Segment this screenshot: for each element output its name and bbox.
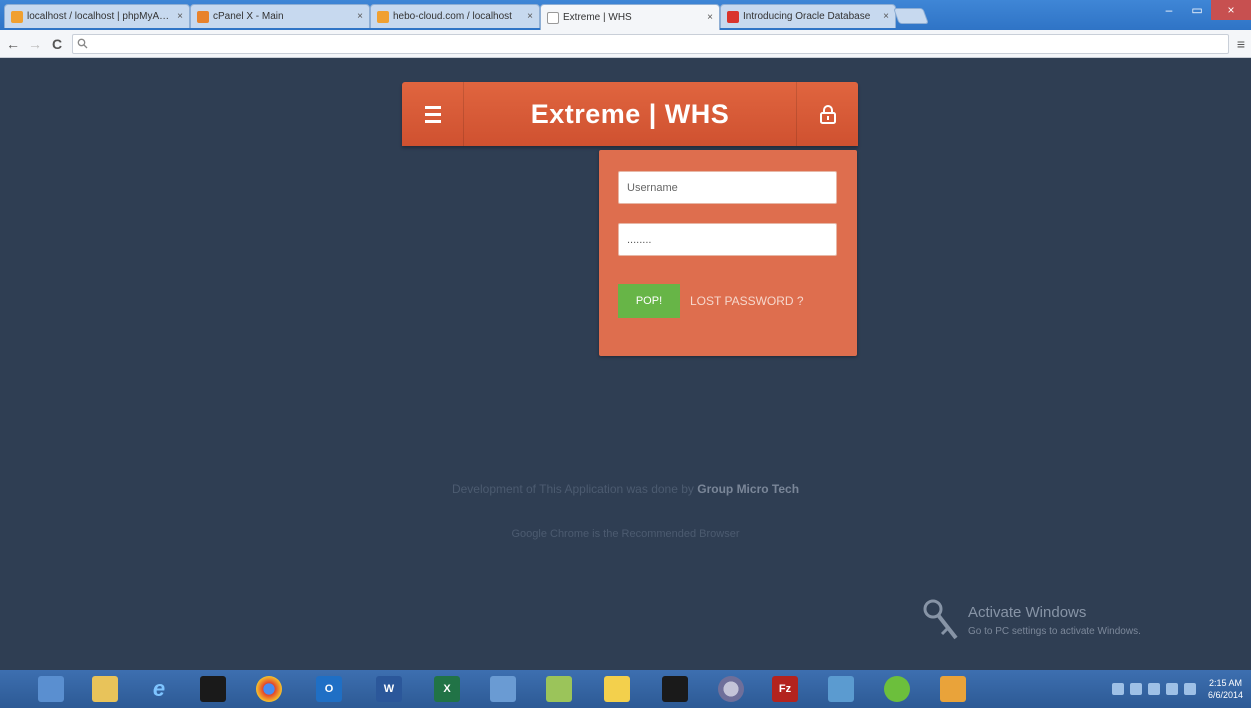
hamburger-icon <box>424 104 441 125</box>
filezilla-icon[interactable]: Fz <box>772 676 798 702</box>
key-icon <box>923 599 958 640</box>
system-clock[interactable]: 2:15 AM 6/6/2014 <box>1208 677 1243 701</box>
tab-close-icon[interactable]: × <box>883 11 889 22</box>
activate-windows-watermark: Activate Windows Go to PC settings to ac… <box>922 598 1222 646</box>
tab-hebo-cloud[interactable]: hebo-cloud.com / localhost × <box>370 4 540 28</box>
notepad-plus-icon[interactable] <box>604 676 630 702</box>
network-icon[interactable] <box>1147 683 1160 695</box>
reload-button[interactable]: C <box>50 36 64 52</box>
tab-label: hebo-cloud.com / localhost <box>393 11 512 22</box>
green-app-icon[interactable] <box>884 676 910 702</box>
browser-menu-button[interactable]: ≡ <box>1237 36 1245 52</box>
hebo-favicon-icon <box>377 10 389 23</box>
tab-oracle[interactable]: Introducing Oracle Database × <box>720 4 896 28</box>
window-controls: – ▭ × <box>1155 0 1251 20</box>
footer-company: Group Micro Tech <box>697 482 800 496</box>
tab-label: Introducing Oracle Database <box>743 11 871 22</box>
maximize-button[interactable]: ▭ <box>1183 0 1211 20</box>
page-favicon-icon <box>547 11 559 24</box>
tab-label: Extreme | WHS <box>563 12 632 23</box>
back-button[interactable]: ← <box>6 36 20 52</box>
tab-phpmyadmin[interactable]: localhost / localhost | phpMyAdmin × <box>4 4 190 28</box>
login-button[interactable]: POP! <box>618 284 680 318</box>
system-tray: 2:15 AM 6/6/2014 <box>1111 670 1251 708</box>
chrome-icon[interactable] <box>256 676 282 702</box>
minimize-button[interactable]: – <box>1155 0 1183 20</box>
browser-tab-bar: localhost / localhost | phpMyAdmin × cPa… <box>0 0 1251 30</box>
footer-credit: Development of This Application was done… <box>0 482 1251 496</box>
lock-button[interactable] <box>796 82 858 146</box>
browser-toolbar: ← → C ≡ <box>0 30 1251 58</box>
outlook-icon[interactable]: O <box>316 676 342 702</box>
terminal-icon[interactable] <box>662 676 688 702</box>
activate-title: Activate Windows <box>968 604 1087 621</box>
word-icon[interactable]: W <box>376 676 402 702</box>
tab-label: cPanel X - Main <box>213 11 284 22</box>
app-header: Extreme | WHS <box>402 82 858 146</box>
search-icon <box>77 38 88 49</box>
app-title: Extreme | WHS <box>530 98 730 129</box>
browser-app-icon[interactable] <box>718 676 744 702</box>
lost-password-link[interactable]: LOST PASSWORD ? <box>690 284 804 318</box>
clock-date: 6/6/2014 <box>1207 690 1243 700</box>
file-explorer-icon[interactable] <box>92 676 118 702</box>
cpanel-favicon-icon <box>197 10 209 23</box>
clock-time: 2:15 AM <box>1208 678 1242 688</box>
footer-credit-text: Development of This Application was done… <box>451 482 694 496</box>
tab-label: localhost / localhost | phpMyAdmin <box>27 11 174 22</box>
activate-subtitle: Go to PC settings to activate Windows. <box>968 626 1141 637</box>
tab-extreme-whs[interactable]: Extreme | WHS × <box>540 4 720 30</box>
tray-flag-icon[interactable] <box>1129 683 1142 695</box>
excel-icon[interactable]: X <box>434 676 460 702</box>
username-input[interactable] <box>618 171 837 204</box>
volume-icon[interactable] <box>1183 683 1196 695</box>
close-window-button[interactable]: × <box>1211 0 1251 20</box>
image-viewer-icon[interactable] <box>828 676 854 702</box>
forward-button[interactable]: → <box>28 36 42 52</box>
windows-taskbar: e O W X Fz 2:15 AM 6/6/2014 <box>0 670 1251 708</box>
password-input[interactable] <box>618 223 837 256</box>
tab-close-icon[interactable]: × <box>707 12 713 23</box>
tray-arrow-icon[interactable] <box>1111 683 1124 695</box>
footer-browser-note: Google Chrome is the Recommended Browser <box>511 528 740 540</box>
command-prompt-icon[interactable] <box>200 676 226 702</box>
phpmyadmin-favicon-icon <box>11 10 23 23</box>
network-app-icon[interactable] <box>490 676 516 702</box>
internet-explorer-icon[interactable]: e <box>146 676 172 702</box>
tab-close-icon[interactable]: × <box>177 11 183 22</box>
tab-cpanel[interactable]: cPanel X - Main × <box>190 4 370 28</box>
lock-icon <box>819 105 836 124</box>
users-app-icon[interactable] <box>940 676 966 702</box>
oracle-favicon-icon <box>727 10 739 23</box>
address-bar[interactable] <box>72 33 1229 54</box>
desktop-icon[interactable] <box>38 676 64 702</box>
tab-close-icon[interactable]: × <box>357 11 363 22</box>
signal-icon[interactable] <box>1165 683 1178 695</box>
login-panel: POP! LOST PASSWORD ? <box>599 150 857 356</box>
pencil-app-icon[interactable] <box>546 676 572 702</box>
new-tab-button[interactable] <box>893 8 929 24</box>
menu-button[interactable] <box>402 82 464 146</box>
tab-close-icon[interactable]: × <box>527 11 533 22</box>
